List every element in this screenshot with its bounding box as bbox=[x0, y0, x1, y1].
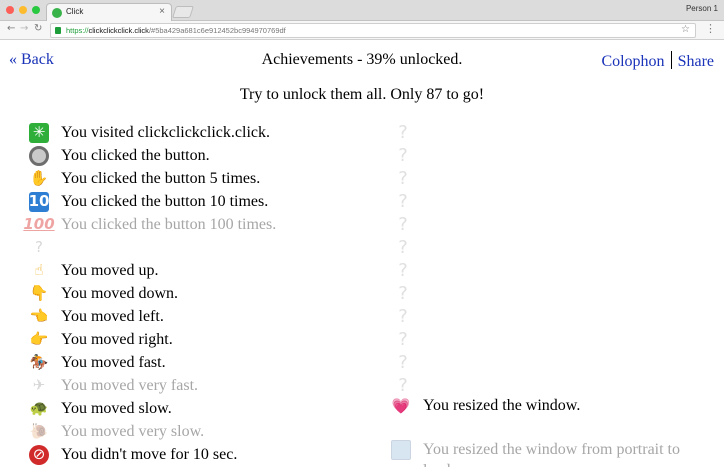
question-mark-icon: ? bbox=[398, 191, 408, 212]
minimize-window-button[interactable] bbox=[19, 6, 27, 14]
achievement-item: 🐌 You moved very slow. bbox=[29, 420, 276, 443]
achievement-item: 👉 You moved right. bbox=[29, 328, 276, 351]
question-mark-icon: ? bbox=[398, 145, 408, 166]
question-mark-icon: ? bbox=[398, 122, 408, 143]
question-mark-icon: ? bbox=[398, 214, 408, 235]
share-link[interactable]: Share bbox=[678, 53, 714, 70]
no-pedestrians-icon: ⊘ bbox=[29, 444, 49, 465]
header-links: Colophon Share bbox=[601, 51, 714, 71]
hundred-points-icon: 100 bbox=[23, 215, 55, 233]
achievement-label: You resized the window from portrait to … bbox=[423, 441, 680, 467]
airplane-icon: ✈ bbox=[32, 376, 46, 394]
achievement-item: 💗 You resized the window. bbox=[391, 395, 723, 439]
keycap-ten-icon: 10 bbox=[28, 191, 50, 212]
question-mark-icon: ? bbox=[398, 306, 408, 327]
question-mark-icon: ? bbox=[398, 352, 408, 373]
url-path: /#5ba429a681c6e912452bc994970769df bbox=[148, 26, 286, 35]
pointing-left-icon: 👈 bbox=[29, 307, 49, 325]
achievement-label: You clicked the button 100 times. bbox=[61, 215, 277, 233]
achievement-label: You visited clickclickclick.click. bbox=[61, 123, 270, 141]
profile-name[interactable]: Person 1 bbox=[686, 4, 718, 13]
tab-title: Click bbox=[66, 7, 84, 16]
turtle-icon: 🐢 bbox=[29, 399, 49, 417]
url-scheme: https:// bbox=[66, 26, 89, 35]
achievement-label: You moved slow. bbox=[61, 399, 172, 417]
achievement-label: You moved up. bbox=[61, 261, 159, 279]
link-divider bbox=[670, 51, 672, 69]
question-mark-icon: ? bbox=[398, 168, 408, 189]
achievement-label: You moved fast. bbox=[61, 353, 166, 371]
sparkle-icon: ✳ bbox=[29, 122, 49, 143]
page-content: « Back Achievements - 39% unlocked. Colo… bbox=[0, 41, 724, 467]
lock-icon bbox=[55, 27, 61, 34]
horse-racing-icon: 🏇 bbox=[29, 353, 49, 371]
bookmark-star-icon[interactable]: ☆ bbox=[681, 24, 690, 35]
tab-close-icon[interactable]: × bbox=[159, 6, 165, 17]
achievements-left-column: ✳ You visited clickclickclick.click. You c… bbox=[23, 121, 277, 466]
achievement-item: ✈ You moved very fast. bbox=[29, 374, 276, 397]
growing-heart-icon: 💗 bbox=[391, 396, 411, 415]
browser-menu-icon[interactable]: ⋮ bbox=[705, 22, 716, 35]
question-mark-icon: ? bbox=[35, 238, 43, 256]
achievement-item: 🐢 You moved slow. bbox=[29, 397, 276, 420]
favicon-icon bbox=[52, 8, 62, 18]
achievement-item: 10 You clicked the button 10 times. bbox=[29, 190, 276, 213]
url-host: clickclickclick.click bbox=[88, 26, 149, 35]
achievement-label: You moved right. bbox=[61, 330, 173, 348]
question-mark-icon: ? bbox=[398, 237, 408, 258]
framed-picture-icon bbox=[391, 440, 411, 460]
achievement-item: 100 You clicked the button 100 times. bbox=[23, 213, 277, 236]
achievement-item: You resized the window from portrait to … bbox=[391, 439, 723, 467]
question-mark-icon: ? bbox=[398, 329, 408, 350]
achievements-right-column: 💗 You resized the window. You resized the … bbox=[391, 395, 723, 467]
achievement-item: You clicked the button. bbox=[29, 144, 276, 167]
browser-tab-strip: Click × Person 1 bbox=[0, 0, 724, 22]
achievement-item: 👇 You moved down. bbox=[29, 282, 276, 305]
maximize-window-button[interactable] bbox=[32, 6, 40, 14]
question-mark-icon: ? bbox=[398, 283, 408, 304]
snail-icon: 🐌 bbox=[29, 422, 49, 440]
achievement-label: You moved left. bbox=[61, 307, 164, 325]
achievement-item: ⊘ You didn't move for 10 sec. bbox=[29, 443, 276, 466]
browser-toolbar: ← → ↻ https://clickclickclick.click/#5ba… bbox=[0, 21, 724, 40]
achievement-label: You moved very fast. bbox=[61, 376, 199, 394]
pointing-right-icon: 👉 bbox=[29, 330, 49, 348]
browser-tab[interactable]: Click × bbox=[46, 3, 172, 22]
back-arrow-icon[interactable]: ← bbox=[7, 23, 15, 34]
forward-arrow-icon[interactable]: → bbox=[20, 23, 28, 34]
radio-button-icon bbox=[29, 145, 49, 166]
achievement-item: 🏇 You moved fast. bbox=[29, 351, 276, 374]
achievement-label: You moved very slow. bbox=[61, 422, 205, 440]
achievement-item: ✋ You clicked the button 5 times. bbox=[29, 167, 276, 190]
achievement-label: You resized the window. bbox=[423, 397, 581, 414]
achievement-label: You clicked the button 5 times. bbox=[61, 169, 261, 187]
close-window-button[interactable] bbox=[6, 6, 14, 14]
achievement-item: ? bbox=[29, 236, 276, 259]
new-tab-button[interactable] bbox=[172, 6, 194, 18]
reload-icon[interactable]: ↻ bbox=[34, 23, 42, 34]
achievement-item: ✳ You visited clickclickclick.click. bbox=[29, 121, 276, 144]
achievement-label: You moved down. bbox=[61, 284, 179, 302]
achievement-item: ☝ You moved up. bbox=[29, 259, 276, 282]
achievement-label: You clicked the button 10 times. bbox=[61, 192, 269, 210]
progress-subtitle: Try to unlock them all. Only 87 to go! bbox=[239, 86, 485, 103]
achievement-item: 👈 You moved left. bbox=[29, 305, 276, 328]
pointing-up-icon: ☝ bbox=[34, 261, 44, 279]
url-text[interactable]: https://clickclickclick.click/#5ba429a68… bbox=[66, 26, 286, 35]
address-bar[interactable]: https://clickclickclick.click/#5ba429a68… bbox=[50, 23, 696, 38]
achievement-label: You didn't move for 10 sec. bbox=[61, 445, 238, 463]
locked-placeholder-column: ???????????? bbox=[393, 121, 413, 397]
question-mark-icon: ? bbox=[398, 260, 408, 281]
colophon-link[interactable]: Colophon bbox=[601, 53, 664, 70]
achievement-label: You clicked the button. bbox=[61, 146, 210, 164]
question-mark-icon: ? bbox=[398, 375, 408, 396]
raised-hand-icon: ✋ bbox=[29, 169, 49, 187]
pointing-down-icon: 👇 bbox=[29, 284, 49, 302]
